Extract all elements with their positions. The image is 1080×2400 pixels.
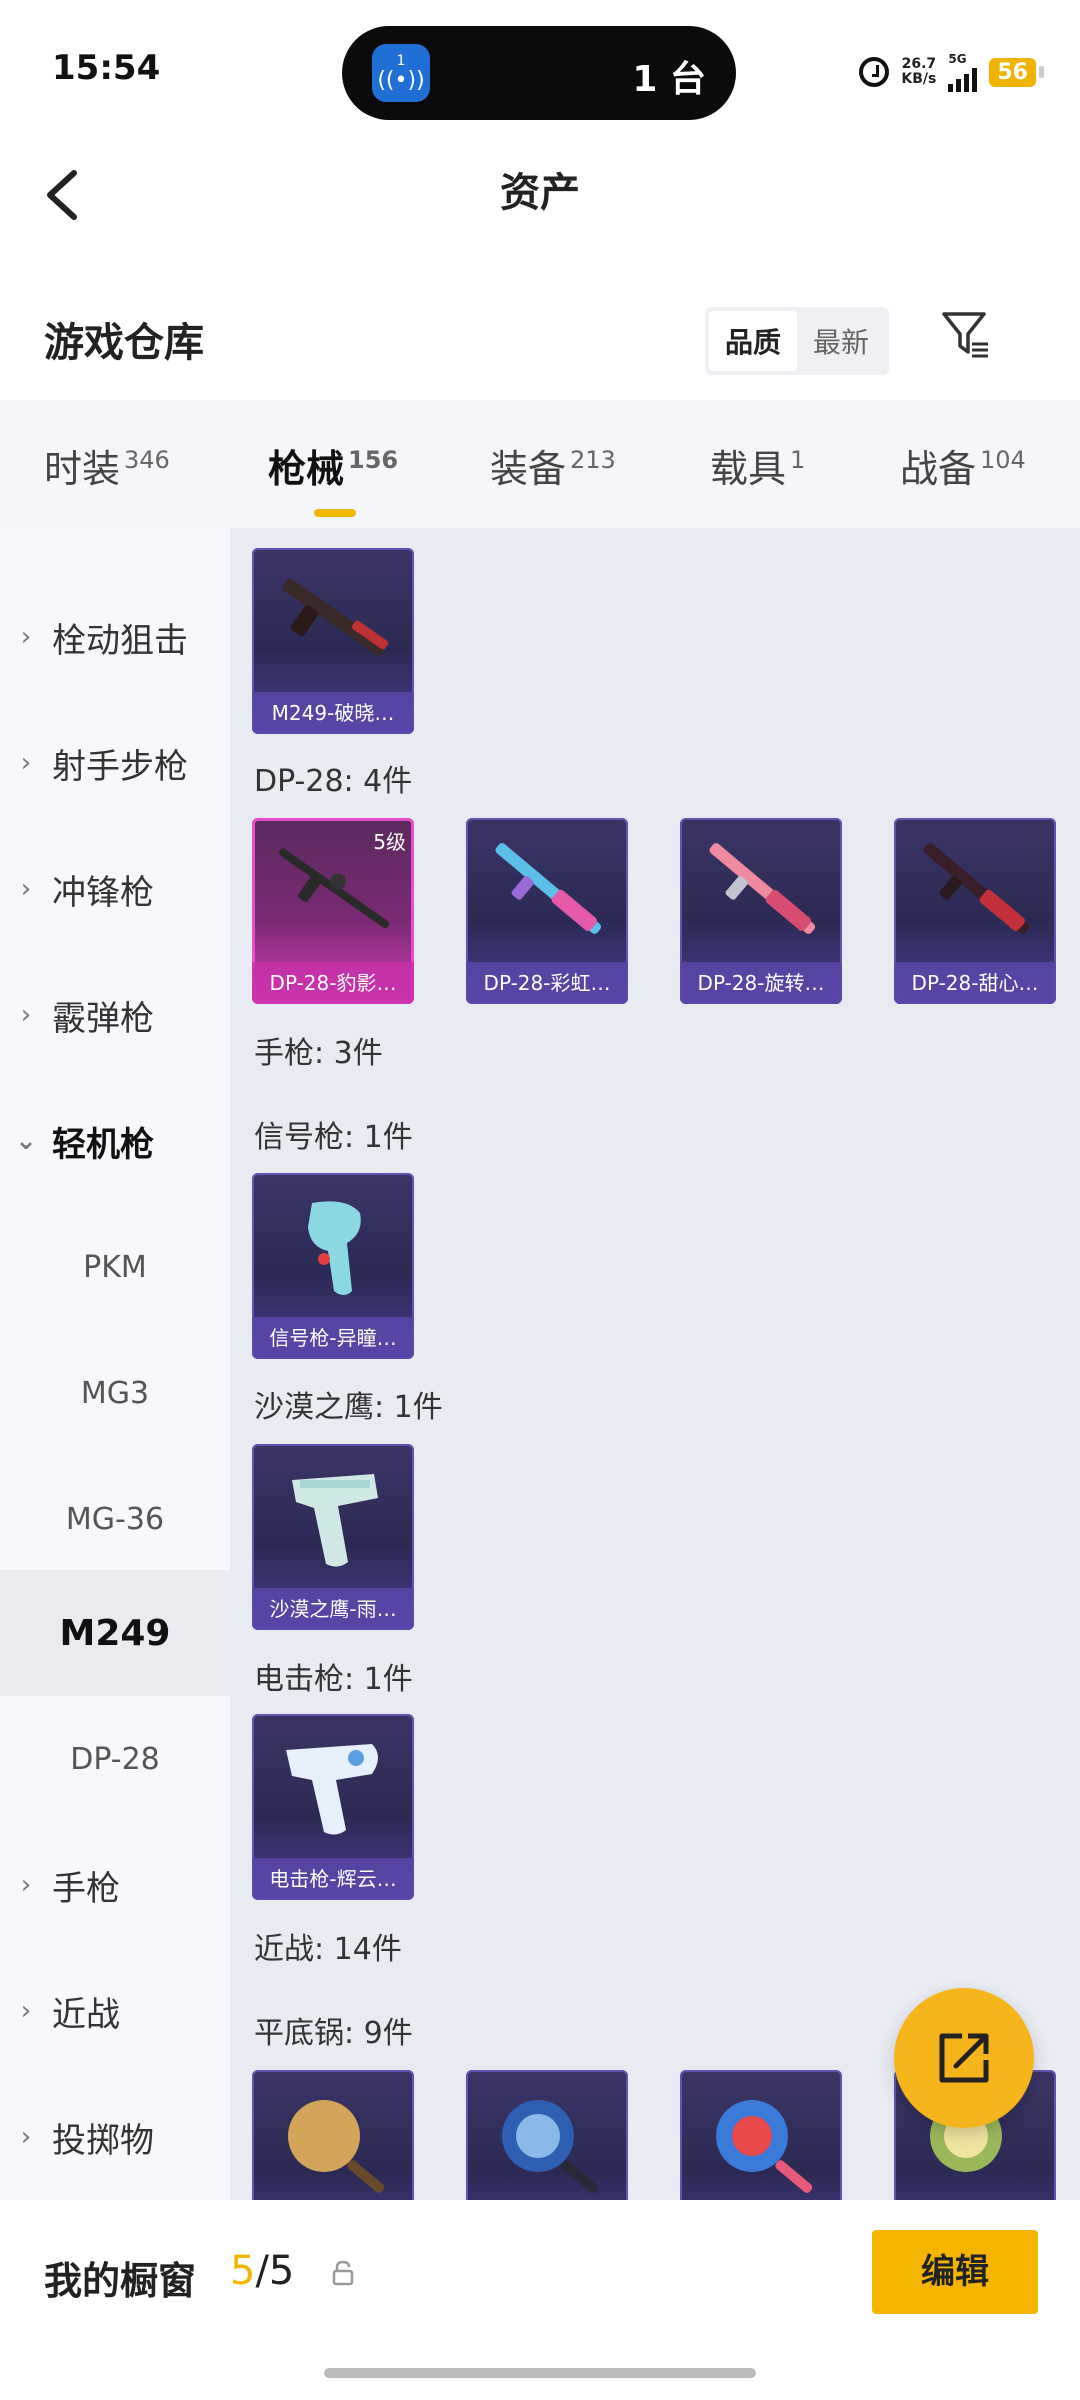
pistol-icon (292, 1474, 378, 1567)
sort-newest-button[interactable]: 最新 (797, 311, 885, 371)
alarm-icon (859, 57, 890, 87)
item-card[interactable]: DP-28-甜心… (894, 818, 1056, 1004)
battery-icon: 56 (989, 57, 1044, 87)
filter-icon[interactable] (940, 308, 992, 360)
showcase-label: 我的橱窗 (44, 2259, 197, 2303)
chevron-right-icon: › (20, 2122, 32, 2152)
item-card[interactable]: 信号枪-异瞳… (252, 1173, 414, 1359)
sidebar-subitem-dp28[interactable]: DP-28 (0, 1696, 230, 1822)
lock-icon (332, 2260, 354, 2286)
frying-pan-icon (502, 2100, 599, 2193)
tab-guns[interactable]: 枪械 156 (268, 438, 398, 517)
item-card[interactable] (252, 2070, 414, 2200)
sidebar-item-marksman[interactable]: › 射手步枪 (0, 700, 230, 826)
island-text: 1 台 (632, 59, 706, 100)
rifle-icon (282, 578, 389, 656)
frying-pan-icon (716, 2100, 813, 2193)
item-grid: M249-破晓… DP-28: 4件 5级 DP-28-豹影… DP-28-彩虹… (230, 528, 1080, 2200)
sidebar-subitem-mg3[interactable]: MG3 (0, 1330, 230, 1456)
status-bar: 15:54 1 ((•)) 1 台 26.7 KB/s 5G 56 (0, 0, 1080, 130)
item-card[interactable]: 5级 DP-28-豹影… (252, 818, 414, 1004)
sidebar-subitem-m249[interactable]: M249 (0, 1570, 230, 1696)
chevron-right-icon: › (20, 874, 32, 904)
sidebar-item-lmg[interactable]: ⌄ 轻机枪 (0, 1078, 230, 1204)
sort-quality-button[interactable]: 品质 (709, 311, 798, 371)
tab-supplies[interactable]: 战备 104 (900, 438, 1026, 493)
section-flare-gun: 信号枪: 1件 (254, 1120, 413, 1155)
lmg-icon (923, 843, 1030, 934)
sidebar-item-smg[interactable]: › 冲锋枪 (0, 826, 230, 952)
sidebar-item-throwables[interactable]: › 投掷物 (0, 2074, 230, 2200)
section-taser: 电击枪: 1件 (254, 1662, 413, 1697)
item-card[interactable] (466, 2070, 628, 2200)
share-icon (939, 2033, 989, 2083)
net-speed: 26.7 KB/s (901, 56, 937, 87)
section-melee: 近战: 14件 (254, 1932, 402, 1967)
sidebar-item-pistol[interactable]: › 手枪 (0, 1822, 230, 1948)
home-indicator[interactable] (324, 2368, 756, 2378)
item-card[interactable]: 电击枪-辉云… (252, 1714, 414, 1900)
app-header: 资产 (0, 130, 1080, 260)
sort-toggle: 品质 最新 (705, 307, 890, 375)
broadcast-icon: 1 ((•)) (372, 44, 430, 102)
sidebar-item-melee[interactable]: › 近战 (0, 1948, 230, 2074)
item-card[interactable] (680, 2070, 842, 2200)
sidebar-subitem-mg36[interactable]: MG-36 (0, 1456, 230, 1582)
warehouse-title: 游戏仓库 (44, 320, 204, 366)
showcase-count: 5/5 (230, 2248, 295, 2294)
status-icons: 26.7 KB/s 5G 56 (859, 52, 1044, 92)
frying-pan-icon (288, 2100, 385, 2193)
category-tabs: 时装 346 枪械 156 装备 213 载具 1 战备 104 (0, 400, 1080, 528)
section-dp28: DP-28: 4件 (254, 764, 413, 799)
sidebar-item-bolt-action[interactable]: › 栓动狙击 (0, 574, 230, 700)
section-pistol: 手枪: 3件 (254, 1036, 383, 1071)
tab-equipment[interactable]: 装备 213 (490, 438, 616, 493)
lmg-icon (709, 843, 816, 934)
island-badge: 1 (396, 53, 406, 69)
section-frying-pan: 平底锅: 9件 (254, 2016, 413, 2051)
flare-gun-icon (308, 1201, 361, 1295)
item-card[interactable]: M249-破晓… (252, 548, 414, 734)
chevron-down-icon: ⌄ (15, 1126, 37, 1156)
dynamic-island[interactable]: 1 ((•)) 1 台 (342, 26, 736, 120)
tab-outfits[interactable]: 时装 346 (44, 438, 170, 493)
page-title: 资产 (500, 170, 580, 216)
item-card[interactable]: DP-28-彩虹… (466, 818, 628, 1004)
chevron-right-icon: › (20, 748, 32, 778)
share-button[interactable] (894, 1988, 1034, 2128)
warehouse-header: 游戏仓库 品质 最新 (0, 260, 1080, 400)
gun-category-sidebar: › 栓动狙击 › 射手步枪 › 冲锋枪 › 霰弹枪 ⌄ 轻机枪 PKM MG3 MG-36… (0, 528, 230, 2200)
taser-icon (286, 1744, 378, 1835)
sidebar-subitem-pkm[interactable]: PKM (0, 1204, 230, 1330)
showcase-bar: 我的橱窗 5/5 编辑 (0, 2200, 1080, 2400)
chevron-right-icon: › (20, 1000, 32, 1030)
status-time: 15:54 (52, 48, 161, 88)
sidebar-item-shotgun[interactable]: › 霰弹枪 (0, 952, 230, 1078)
edit-button[interactable]: 编辑 (872, 2230, 1038, 2314)
chevron-right-icon: › (20, 1996, 32, 2026)
signal-icon: 5G (948, 52, 978, 92)
lmg-icon (495, 843, 602, 934)
tab-vehicles[interactable]: 载具 1 (710, 438, 805, 493)
chevron-right-icon: › (20, 622, 32, 652)
section-desert-eagle: 沙漠之鹰: 1件 (254, 1390, 443, 1425)
item-card[interactable]: DP-28-旋转… (680, 818, 842, 1004)
item-card[interactable]: 沙漠之鹰-雨… (252, 1444, 414, 1630)
chevron-right-icon: › (20, 1870, 32, 1900)
